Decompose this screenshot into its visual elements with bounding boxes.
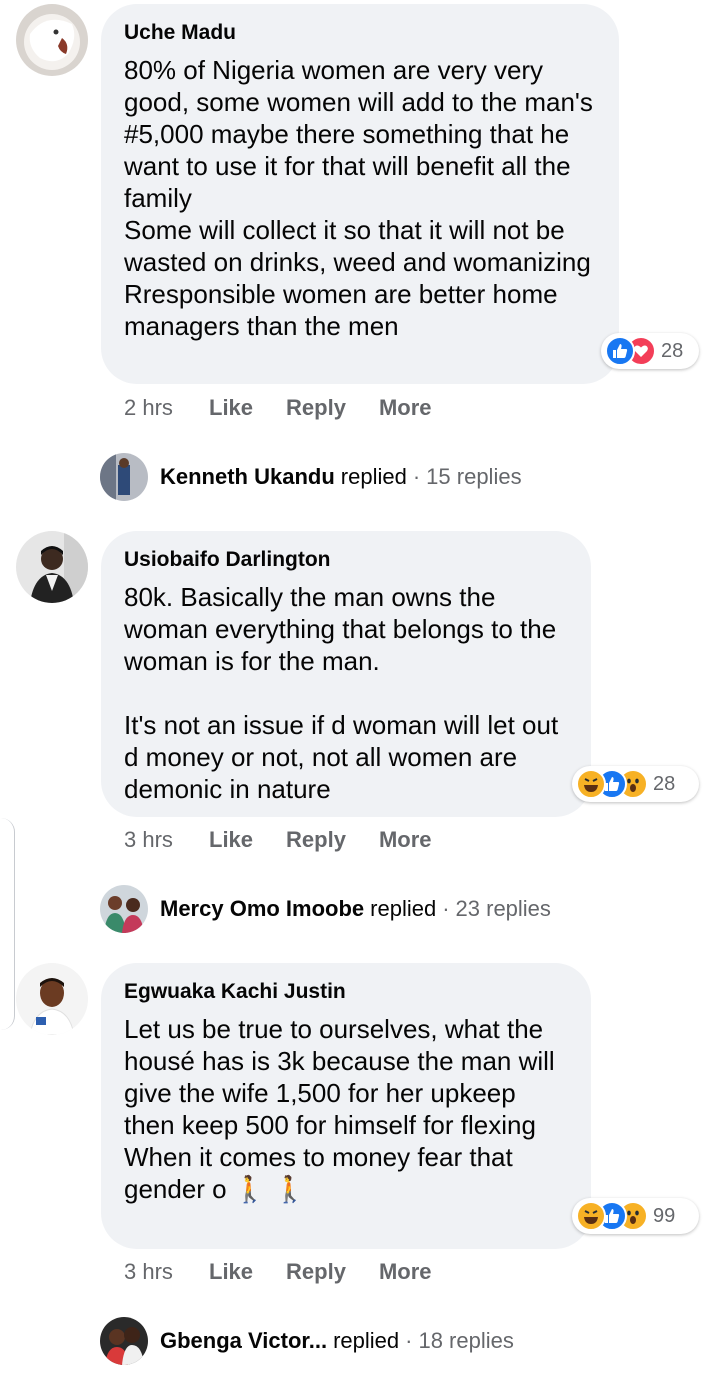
- reply-count[interactable]: 15 replies: [426, 464, 521, 490]
- avatar[interactable]: [16, 4, 88, 76]
- reaction-count: 28: [653, 772, 676, 795]
- comment-bubble: Usiobaifo Darlington 80k. Basically the …: [101, 531, 591, 817]
- replies-link[interactable]: Gbenga Victor... replied · 18 replies: [100, 1317, 514, 1365]
- reply-count[interactable]: 23 replies: [456, 896, 551, 922]
- replier-name[interactable]: Mercy Omo Imoobe: [160, 896, 364, 922]
- replier-name[interactable]: Gbenga Victor...: [160, 1328, 327, 1354]
- avatar[interactable]: [16, 963, 88, 1035]
- like-button[interactable]: Like: [209, 827, 253, 853]
- more-button[interactable]: More: [379, 827, 432, 853]
- separator: ·: [405, 1328, 413, 1353]
- reaction-summary[interactable]: 99: [572, 1198, 699, 1234]
- comment-text: Let us be true to ourselves, what the ho…: [124, 1014, 555, 1204]
- separator: ·: [442, 896, 450, 921]
- replier-avatar: [100, 1317, 148, 1365]
- separator: ·: [412, 464, 421, 489]
- like-button[interactable]: Like: [209, 1259, 253, 1285]
- replied-label: replied: [333, 1328, 400, 1353]
- reply-button[interactable]: Reply: [286, 827, 346, 853]
- replies-link[interactable]: Kenneth Ukandu replied · 15 replies: [100, 453, 522, 501]
- comment-author[interactable]: Usiobaifo Darlington: [124, 547, 567, 573]
- replied-label: replied: [340, 464, 407, 489]
- replied-label: replied: [370, 896, 437, 921]
- reply-count[interactable]: 18 replies: [418, 1328, 513, 1354]
- comment-author[interactable]: Uche Madu: [124, 20, 595, 46]
- like-icon: [605, 336, 635, 366]
- reaction-summary[interactable]: 28: [601, 333, 699, 369]
- reply-button[interactable]: Reply: [286, 395, 346, 421]
- comment-text: 80k. Basically the man owns the woman ev…: [124, 582, 559, 804]
- replies-link[interactable]: Mercy Omo Imoobe replied · 23 replies: [100, 885, 551, 933]
- reaction-summary[interactable]: 28: [572, 766, 699, 802]
- like-button[interactable]: Like: [209, 395, 253, 421]
- avatar-image: [16, 531, 88, 603]
- replier-avatar: [100, 453, 148, 501]
- reply-button[interactable]: Reply: [286, 1259, 346, 1285]
- haha-icon: [576, 769, 606, 799]
- thread-indicator: [0, 818, 15, 1030]
- comment-actions: 2 hrs Like Reply More: [124, 395, 465, 421]
- replier-avatar: [100, 885, 148, 933]
- avatar[interactable]: [16, 531, 88, 603]
- avatar-image: [16, 963, 88, 1035]
- avatar-image: [16, 4, 88, 76]
- timestamp[interactable]: 2 hrs: [124, 395, 209, 421]
- timestamp[interactable]: 3 hrs: [124, 1259, 209, 1285]
- haha-icon: [576, 1201, 606, 1231]
- comment-text: 80% of Nigeria women are very very good,…: [124, 55, 593, 341]
- reaction-count: 28: [661, 339, 684, 362]
- timestamp[interactable]: 3 hrs: [124, 827, 209, 853]
- comment-bubble: Egwuaka Kachi Justin Let us be true to o…: [101, 963, 591, 1249]
- comment-bubble: Uche Madu 80% of Nigeria women are very …: [101, 4, 619, 384]
- replier-name[interactable]: Kenneth Ukandu: [160, 464, 335, 490]
- more-button[interactable]: More: [379, 395, 432, 421]
- more-button[interactable]: More: [379, 1259, 432, 1285]
- reaction-count: 99: [653, 1204, 676, 1227]
- comment-actions: 3 hrs Like Reply More: [124, 1259, 465, 1285]
- comment-author[interactable]: Egwuaka Kachi Justin: [124, 979, 567, 1005]
- comment-actions: 3 hrs Like Reply More: [124, 827, 465, 853]
